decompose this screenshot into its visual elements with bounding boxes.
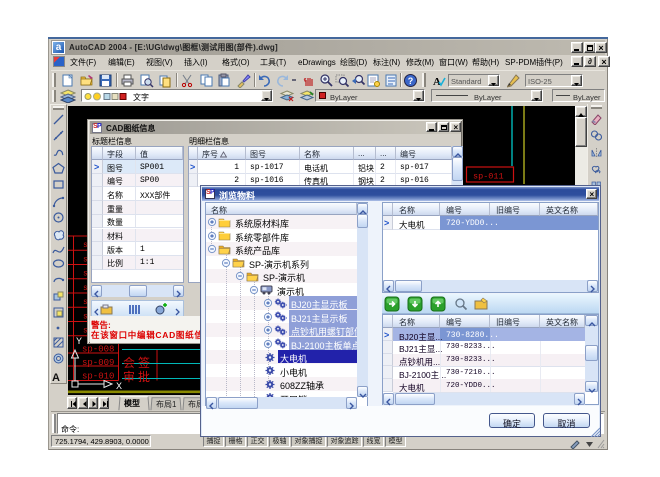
svg-text:审批: 审批 <box>123 369 153 384</box>
svg-text:会签: 会签 <box>123 355 153 370</box>
svg-text:X: X <box>116 381 122 391</box>
svg-text:sp-010: sp-010 <box>82 372 114 382</box>
svg-text:sp-009: sp-009 <box>82 358 114 368</box>
svg-text:Y: Y <box>76 336 82 346</box>
svg-text:?: ? <box>408 76 414 86</box>
svg-text:sp-008: sp-008 <box>82 345 114 355</box>
svg-text:sp-011: sp-011 <box>473 172 504 182</box>
